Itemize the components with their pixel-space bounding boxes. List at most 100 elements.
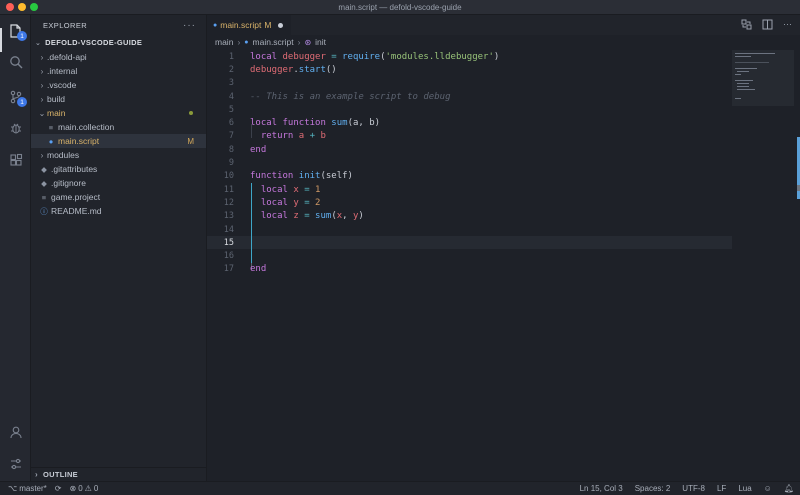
chevron-right-icon: › <box>237 37 241 47</box>
tree-item-vscode[interactable]: › .vscode <box>31 78 206 92</box>
maximize-window-button[interactable] <box>30 3 38 11</box>
line-number: 6 <box>228 118 234 129</box>
open-changes-icon[interactable] <box>741 19 752 32</box>
breadcrumb-symbol[interactable]: init <box>315 37 326 47</box>
language-mode[interactable]: Lua <box>738 484 751 493</box>
tree-item-gitattributes[interactable]: ◆ .gitattributes <box>31 162 206 176</box>
line-number: 2 <box>228 64 234 75</box>
notifications-icon[interactable]: 🔔︎ <box>784 484 794 493</box>
minimap[interactable] <box>732 50 794 106</box>
extensions-icon[interactable] <box>7 151 24 168</box>
breadcrumb-folder[interactable]: main <box>215 37 233 47</box>
tree-item-label: modules <box>47 150 80 160</box>
minimap-line <box>735 53 775 54</box>
tree-item-modules[interactable]: › modules <box>31 148 206 162</box>
outline-title: OUTLINE <box>42 470 78 479</box>
more-actions-button[interactable]: ··· <box>183 20 196 31</box>
window-title: main.script — defold-vscode-guide <box>338 2 462 12</box>
editor-tabs: ● main.script M ··· <box>207 15 800 35</box>
code-line: 13 local z = sum(x, y) <box>207 210 732 223</box>
minimap-line <box>737 89 755 90</box>
tree-item-main-script[interactable]: ● main.script M <box>31 134 206 148</box>
minimap-line <box>735 74 741 75</box>
code-line: 14 <box>207 223 732 236</box>
unsaved-dot-icon[interactable] <box>278 22 284 28</box>
code-line: 17 end <box>207 263 732 276</box>
tree-item-label: .vscode <box>47 80 77 90</box>
code-line: 2 debugger.start() <box>207 63 732 76</box>
chevron-right-icon: › <box>297 37 301 47</box>
minimap-line <box>735 68 757 69</box>
code-line: 16 <box>207 250 732 263</box>
source-control-icon[interactable]: 1 <box>7 88 27 107</box>
outline-section-header[interactable]: › OUTLINE <box>31 467 206 481</box>
line-number: 13 <box>223 211 234 222</box>
scm-badge: 1 <box>17 97 27 107</box>
warning-count: 0 <box>93 484 99 493</box>
tree-item-build[interactable]: › build <box>31 92 206 106</box>
code-line: 10 function init(self) <box>207 170 732 183</box>
code-line: 6 local function sum(a, b) <box>207 117 732 130</box>
tree-item-game-project[interactable]: ≡ game.project <box>31 190 206 204</box>
tree-item-label: main.script <box>58 136 100 146</box>
line-number: 4 <box>228 91 234 102</box>
code-text: local z = sum(x, y) <box>260 211 364 222</box>
line-number: 1 <box>228 51 234 62</box>
code-editor[interactable]: 1 local debugger = require('modules.llde… <box>207 50 800 480</box>
tree-item-gitignore[interactable]: ◆ .gitignore <box>31 176 206 190</box>
line-number: 9 <box>228 158 234 169</box>
lua-file-icon: ● <box>213 21 218 29</box>
tree-item-label: .defold-api <box>47 52 87 62</box>
code-text: debugger.start() <box>250 64 337 75</box>
git-file-icon: ◆ <box>41 178 47 188</box>
code-line: 4 -- This is an example script to debug <box>207 90 732 103</box>
tree-item-readme[interactable]: ⓘ README.md <box>31 204 206 218</box>
tree-item-label: .gitattributes <box>51 164 98 174</box>
cursor-position[interactable]: Ln 15, Col 3 <box>580 484 623 493</box>
line-number: 5 <box>228 104 234 115</box>
tree-item-label: .internal <box>47 66 78 76</box>
explorer-title: EXPLORER <box>43 20 88 30</box>
explorer-icon[interactable]: 1 <box>7 22 27 41</box>
info-icon: ⓘ <box>40 206 48 216</box>
search-icon[interactable] <box>7 53 24 70</box>
tree-item-main-collection[interactable]: ≡ main.collection <box>31 120 206 134</box>
feedback-icon[interactable]: ☺ <box>764 484 772 493</box>
encoding[interactable]: UTF-8 <box>682 484 705 493</box>
window-controls <box>6 3 38 11</box>
workspace-root[interactable]: ⌄ DEFOLD-VSCODE-GUIDE <box>31 35 206 50</box>
problems-status[interactable]: ⊗ 0 ⚠ 0 <box>69 484 98 493</box>
error-icon: ⊗ <box>69 484 77 493</box>
editor-area: ● main.script M ··· main › ● main.script… <box>207 15 800 481</box>
line-number: 16 <box>223 251 234 262</box>
tree-item-main-folder[interactable]: ⌄ main <box>31 106 206 120</box>
code-line: 1 local debugger = require('modules.llde… <box>207 50 732 63</box>
minimize-window-button[interactable] <box>18 3 26 11</box>
tab-main-script[interactable]: ● main.script M <box>207 15 292 35</box>
settings-icon[interactable] <box>7 455 24 472</box>
indentation[interactable]: Spaces: 2 <box>635 484 671 493</box>
line-number: 10 <box>223 171 234 182</box>
sync-button[interactable]: ⟳ <box>55 484 62 493</box>
close-window-button[interactable] <box>6 3 14 11</box>
split-editor-icon[interactable] <box>762 19 773 32</box>
line-number: 12 <box>223 197 234 208</box>
line-number: 11 <box>223 184 234 195</box>
editor-actions: ··· <box>741 19 792 32</box>
breadcrumb-file[interactable]: main.script <box>253 37 294 47</box>
function-symbol-icon: ⊛ <box>304 37 312 47</box>
branch-status[interactable]: ⌥ master* <box>8 484 47 493</box>
tree-item-defold-api[interactable]: › .defold-api <box>31 50 206 64</box>
chevron-right-icon: › <box>40 66 44 76</box>
chevron-down-icon: ⌄ <box>38 108 46 118</box>
file-lines-icon: ≡ <box>48 122 54 132</box>
active-indicator <box>0 28 2 52</box>
account-icon[interactable] <box>7 423 24 440</box>
tree-item-internal[interactable]: › .internal <box>31 64 206 78</box>
active-scope-guide <box>251 183 252 263</box>
end-of-line[interactable]: LF <box>717 484 726 493</box>
debug-icon[interactable] <box>7 119 24 136</box>
more-icon[interactable]: ··· <box>783 19 792 32</box>
chevron-right-icon: › <box>40 52 44 62</box>
sync-icon: ⟳ <box>54 484 62 493</box>
